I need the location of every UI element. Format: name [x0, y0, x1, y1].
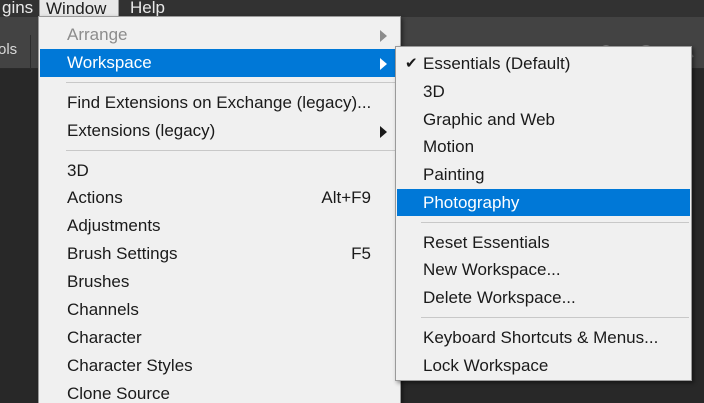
submenu-item-label: Motion — [423, 137, 475, 156]
menu-item-adjustments[interactable]: Adjustments — [40, 212, 399, 240]
workspace-item-painting[interactable]: Painting — [397, 161, 690, 188]
workspace-item-motion[interactable]: Motion — [397, 133, 690, 160]
menu-item-find-extensions[interactable]: Find Extensions on Exchange (legacy)... — [40, 89, 399, 117]
menu-item-workspace[interactable]: Workspace — [40, 49, 399, 77]
options-bar-divider — [30, 35, 31, 69]
submenu-separator — [421, 222, 689, 223]
workspace-item-new-workspace[interactable]: New Workspace... — [397, 256, 690, 283]
workspace-item-photography[interactable]: Photography — [397, 189, 690, 216]
menu-item-label: Character Styles — [67, 356, 193, 375]
window-menu-dropdown: Arrange Workspace Find Extensions on Exc… — [38, 16, 401, 403]
menu-item-extensions-legacy[interactable]: Extensions (legacy) — [40, 117, 399, 145]
menu-window[interactable]: Window — [39, 0, 119, 18]
menu-item-label: Actions — [67, 188, 123, 207]
menu-plugins[interactable]: gins — [0, 0, 39, 17]
menu-bar: gins Window Help — [0, 0, 704, 18]
menu-item-label: 3D — [67, 161, 89, 180]
workspace-item-3d[interactable]: 3D — [397, 78, 690, 105]
menu-separator — [66, 150, 399, 151]
workspace-item-keyboard-shortcuts[interactable]: Keyboard Shortcuts & Menus... — [397, 324, 690, 351]
menu-item-label: Workspace — [67, 53, 152, 72]
menu-item-character-styles[interactable]: Character Styles — [40, 352, 399, 380]
menu-separator — [66, 82, 399, 83]
checkmark-icon: ✔ — [405, 55, 418, 72]
submenu-item-label: Graphic and Web — [423, 110, 555, 129]
menu-item-channels[interactable]: Channels — [40, 296, 399, 324]
workspace-item-reset-essentials[interactable]: Reset Essentials — [397, 229, 690, 256]
menu-item-clone-source[interactable]: Clone Source — [40, 380, 399, 403]
menu-item-character[interactable]: Character — [40, 324, 399, 352]
menu-item-arrange[interactable]: Arrange — [40, 21, 399, 49]
submenu-item-label: Painting — [423, 165, 485, 184]
submenu-item-label: Photography — [423, 193, 520, 212]
submenu-item-label: Lock Workspace — [423, 356, 549, 375]
menu-item-label: Adjustments — [67, 216, 161, 235]
menu-item-shortcut: F5 — [351, 244, 371, 263]
submenu-separator — [421, 317, 689, 318]
menu-item-brush-settings[interactable]: Brush Settings F5 — [40, 240, 399, 268]
submenu-item-label: 3D — [423, 82, 445, 101]
submenu-arrow-icon — [380, 126, 387, 138]
menu-item-label: Extensions (legacy) — [67, 121, 216, 140]
menu-item-label: Channels — [67, 300, 139, 319]
menu-item-actions[interactable]: Actions Alt+F9 — [40, 184, 399, 212]
photoshop-app-window: gins Window Help ols Arrange Workspace F… — [0, 0, 704, 403]
menu-item-shortcut: Alt+F9 — [321, 188, 371, 207]
workspace-item-lock-workspace[interactable]: Lock Workspace — [397, 352, 690, 379]
submenu-item-label: Reset Essentials — [423, 233, 550, 252]
menu-item-label: Arrange — [67, 25, 128, 44]
menu-item-brushes[interactable]: Brushes — [40, 268, 399, 296]
workspace-item-delete-workspace[interactable]: Delete Workspace... — [397, 284, 690, 311]
submenu-item-label: Essentials (Default) — [423, 54, 571, 73]
submenu-item-label: Keyboard Shortcuts & Menus... — [423, 328, 659, 347]
menu-item-label: Brushes — [67, 272, 130, 291]
menu-item-label: Find Extensions on Exchange (legacy)... — [67, 93, 372, 112]
menu-item-label: Clone Source — [67, 384, 171, 403]
tools-label: ols — [0, 41, 18, 58]
submenu-item-label: New Workspace... — [423, 260, 561, 279]
submenu-item-label: Delete Workspace... — [423, 288, 576, 307]
workspace-item-essentials[interactable]: ✔ Essentials (Default) — [397, 50, 690, 77]
submenu-arrow-icon — [380, 30, 387, 42]
menu-item-label: Brush Settings — [67, 244, 178, 263]
menu-item-3d[interactable]: 3D — [40, 157, 399, 185]
menu-help[interactable]: Help — [124, 0, 171, 17]
workspace-item-graphic-web[interactable]: Graphic and Web — [397, 106, 690, 133]
menu-item-label: Character — [67, 328, 142, 347]
submenu-arrow-icon — [380, 58, 387, 70]
workspace-submenu: ✔ Essentials (Default) 3D Graphic and We… — [395, 46, 692, 381]
